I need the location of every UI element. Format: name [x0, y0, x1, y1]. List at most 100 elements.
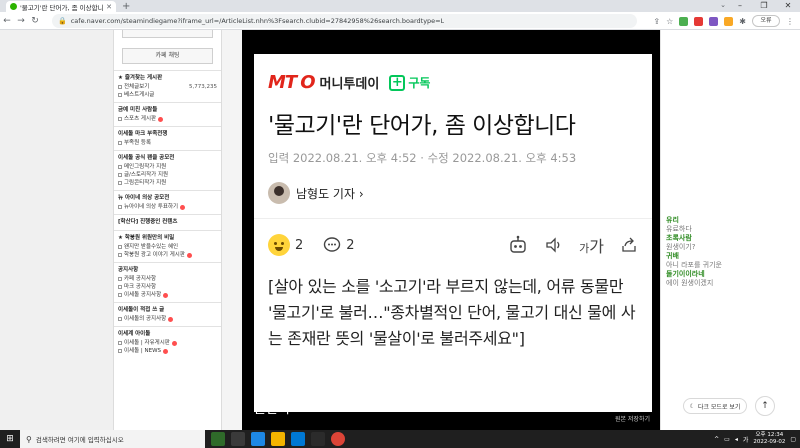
chat-username[interactable]: 초록사람 — [666, 234, 796, 243]
chat-message: 둘기이이라네 에이 원생이겠지 — [666, 270, 796, 288]
article-dates: 입력 2022.08.21. 오후 4:52 · 수정 2022.08.21. … — [268, 151, 577, 165]
sidebar-section-title: 공지사항 — [118, 267, 139, 273]
naver-favicon-icon — [10, 3, 17, 10]
sidebar-item-label: 마크 공지사항 — [124, 284, 157, 290]
cafe-top-button[interactable] — [122, 30, 213, 38]
subscribe-button: + 구독 — [389, 74, 430, 91]
task-view-icon[interactable] — [231, 432, 245, 446]
sidebar-section-title: ★ 학붕원 위원만의 비밀 — [118, 235, 175, 241]
extension-green-icon[interactable] — [679, 16, 689, 26]
sidebar-item[interactable]: 메인그림작가 지원 — [118, 163, 217, 171]
input-language[interactable]: 가 — [743, 435, 749, 444]
share-icon[interactable]: ⇪ — [653, 17, 660, 26]
video-credit[interactable]: 원본 저장하기 — [615, 414, 650, 423]
sidebar-item-label: 전체글보기 — [124, 84, 150, 90]
live-chat-panel: 유리 유료하다 초록사람 원생이기? 귀배 아니 라포를 귀기운 둘기이이라네 에이 원생이겠… — [660, 30, 800, 430]
chat-message: 유리 유료하다 — [666, 216, 796, 234]
sidebar-section-header[interactable]: 금예 미친 사람들 — [118, 106, 217, 115]
sidebar-section-header[interactable]: ★ 학붕원 위원만의 비밀 — [118, 234, 217, 243]
profile-button[interactable]: 오류 — [752, 15, 780, 27]
sidebar-item[interactable]: 글/스토리작가 지원 — [118, 171, 217, 179]
chat-username[interactable]: 유리 — [666, 216, 796, 225]
sidebar-item-label: 스포츠 게시판 — [124, 116, 157, 122]
new-tab-button[interactable]: + — [122, 1, 130, 12]
sidebar-item[interactable]: 이세돌 | NEWS — [118, 347, 217, 355]
browser-tab-strip: '물고기'란 단어가, 좀 이상합니다 ✕ + ⌄ – ❐ ✕ — [0, 0, 800, 12]
comment-bubble-icon — [324, 237, 341, 252]
back-icon[interactable]: ← — [0, 16, 14, 26]
sidebar-section-header[interactable]: 이세돌이 적접 쓰 글 — [118, 306, 217, 315]
chat-username[interactable]: 귀배 — [666, 252, 796, 261]
sidebar-section: ★ 즐겨찾는 게시판 전체글보기 5,773,235 베스트게시글 — [114, 70, 221, 102]
file-explorer-icon[interactable] — [271, 432, 285, 446]
sidebar-section: 이세돌 공식 팬클 공모전 메인그림작가 지원 글/스토리작가 지원 그림콘티작가 지… — [114, 150, 221, 190]
article-tools: 가가 — [507, 233, 638, 257]
visual-studio-icon[interactable] — [291, 432, 305, 446]
sidebar-item[interactable]: 뉴아이네 의상 투표하기 — [118, 203, 217, 211]
board-icon — [118, 341, 122, 345]
network-icon[interactable]: ▭ — [724, 436, 730, 443]
extension-red-icon[interactable] — [694, 16, 704, 26]
tab-search-icon[interactable]: ⌄ — [720, 1, 726, 9]
clock-date: 2022-09-02 — [753, 439, 786, 445]
taskbar-clock[interactable]: 오후 12:34 2022-09-02 — [753, 432, 785, 446]
windows-start-icon[interactable]: ⊞ — [0, 434, 20, 444]
edge-app-icon[interactable] — [251, 432, 265, 446]
post-count: 5,773,235 — [189, 84, 217, 90]
taskbar-search[interactable]: ⚲ 검색하려면 여기에 입력하십시오 — [20, 430, 205, 448]
sidebar-item-label: 이세돌 공지사항 — [124, 292, 162, 298]
dark-mode-button[interactable]: ☾ 다크 모드로 보기 — [683, 398, 747, 414]
maximize-button[interactable]: ❐ — [752, 0, 776, 12]
sidebar-item-label: 이세돌 | NEWS — [124, 348, 162, 354]
sidebar-section-header[interactable]: 이세돌 마크 부족전쟁 — [118, 130, 217, 139]
speaker-icon — [546, 237, 560, 253]
sidebar-item[interactable]: 마크 공지사항 — [118, 283, 217, 291]
minimize-button[interactable]: – — [728, 0, 752, 12]
cafe-chat-button[interactable]: 카페 채팅 — [122, 48, 213, 64]
sidebar-item[interactable]: 스포츠 게시판 — [118, 115, 217, 123]
menu-kebab-icon[interactable]: ⋮ — [786, 17, 794, 26]
sidebar-item[interactable]: 카페 공지사항 — [118, 275, 217, 283]
sidebar-item[interactable]: 이세돌의 공지사항 — [118, 315, 217, 323]
game-app-icon[interactable] — [211, 432, 225, 446]
video-player[interactable]: MT O 머니투데이 + 구독 '물고기'란 단어가, 좀 이상합니다 입력 20… — [242, 30, 660, 430]
tab-close-icon[interactable]: ✕ — [106, 3, 112, 11]
extension-purple-icon[interactable] — [709, 16, 719, 26]
text-size-big: 가 — [589, 237, 604, 256]
extension-yellow-icon[interactable] — [724, 16, 734, 26]
sidebar-section-header[interactable]: 이세돌 공식 팬클 공모전 — [118, 154, 217, 163]
new-post-badge-icon — [158, 116, 164, 122]
forward-icon[interactable]: → — [14, 16, 28, 26]
tray-chevron-icon[interactable]: ^ — [714, 436, 719, 443]
sidebar-section-title: 이세돌이 적접 쓰 글 — [118, 307, 165, 313]
sidebar-item-label: 뉴아이네 의상 투표하기 — [124, 204, 179, 210]
sidebar-section-header[interactable]: 이세계 아이돌 — [118, 330, 217, 339]
scroll-top-button[interactable]: ↑ — [755, 396, 775, 416]
sidebar-item[interactable]: 왠지만 받을수있는 혜인 — [118, 243, 217, 251]
sidebar-item[interactable]: 이세돌 | 자유게시판 — [118, 339, 217, 347]
extensions-puzzle-icon[interactable]: ✱ — [739, 17, 746, 26]
article-headline: '물고기'란 단어가, 좀 이상합니다 — [268, 113, 576, 139]
sidebar-item[interactable]: 학붕원 광고 이야기 게시판 — [118, 251, 217, 259]
board-icon — [118, 317, 122, 321]
volume-icon[interactable]: ◂ — [735, 436, 738, 443]
sidebar-item[interactable]: 베스트게시글 — [118, 91, 217, 99]
chrome-app-icon[interactable] — [331, 432, 345, 446]
chat-username[interactable]: 둘기이이라네 — [666, 270, 796, 279]
bookmark-star-icon[interactable]: ☆ — [666, 17, 673, 26]
sidebar-section-header[interactable]: 뉴 아이네 의상 공모전 — [118, 194, 217, 203]
notification-icon[interactable]: ▢ — [790, 436, 796, 443]
sidebar-section-header[interactable]: 공지사항 — [118, 266, 217, 275]
close-window-button[interactable]: ✕ — [776, 0, 800, 12]
browser-tab[interactable]: '물고기'란 단어가, 좀 이상합니다 ✕ — [6, 1, 116, 12]
sidebar-section-header[interactable]: ★ 즐겨찾는 게시판 — [118, 74, 217, 83]
sidebar-item[interactable]: 전체글보기 5,773,235 — [118, 83, 217, 91]
sidebar-item[interactable]: 그림콘티작가 지원 — [118, 179, 217, 187]
sidebar-section-header[interactable]: [학산다] 진행중인 컨텐츠 — [118, 218, 217, 227]
sidebar-item[interactable]: 이세돌 공지사항 — [118, 291, 217, 299]
terminal-app-icon[interactable] — [311, 432, 325, 446]
sidebar-section: 공지사항카페 공지사항 마크 공지사항이세돌 공지사항 — [114, 262, 221, 302]
reload-icon[interactable]: ↻ — [28, 16, 42, 26]
address-bar[interactable]: 🔒 cafe.naver.com/steamindiegame?iframe_u… — [52, 14, 637, 28]
sidebar-item[interactable]: 부족원 등록 — [118, 139, 217, 147]
